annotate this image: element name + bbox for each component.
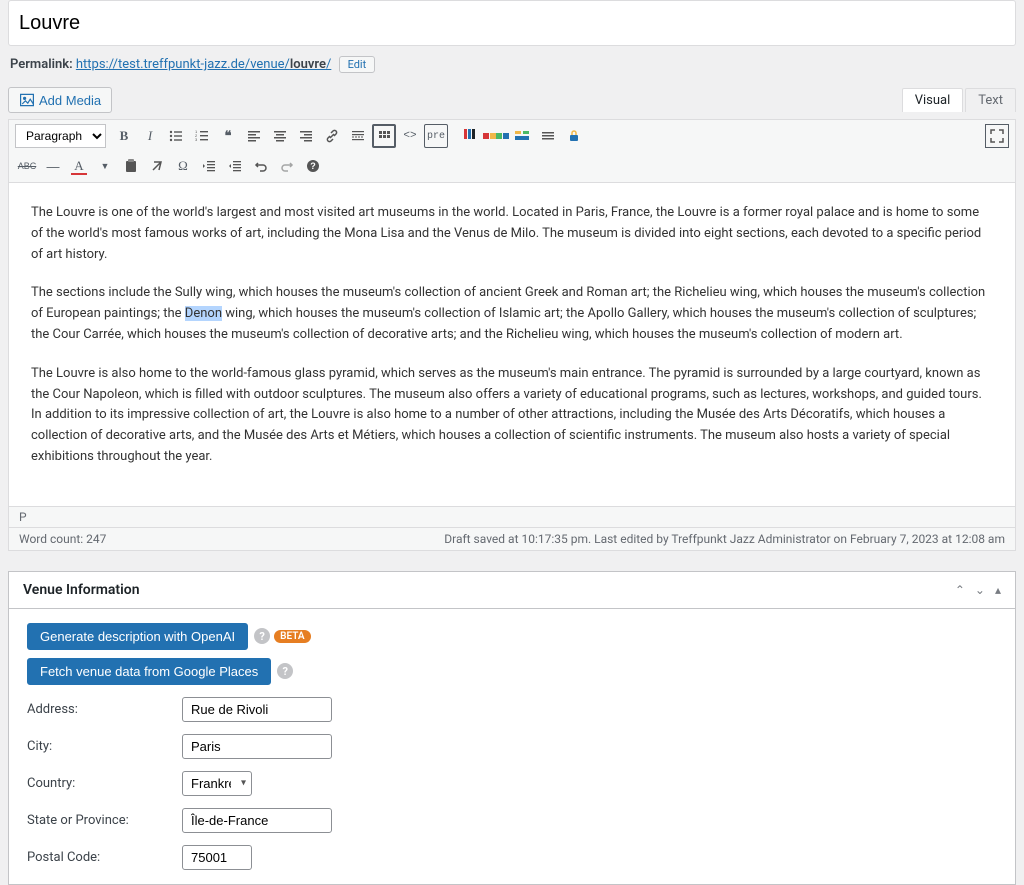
element-path[interactable]: P [9, 506, 1015, 527]
bold-button[interactable]: B [112, 124, 136, 148]
editor-content-area[interactable]: The Louvre is one of the world's largest… [9, 183, 1015, 506]
abc-strike-button[interactable]: ABC [15, 154, 39, 178]
align-center-button[interactable] [268, 124, 292, 148]
country-label: Country: [27, 776, 182, 791]
postal-input[interactable] [182, 845, 252, 870]
preformatted-button[interactable]: pre [424, 124, 448, 148]
title-container [8, 0, 1016, 46]
city-label: City: [27, 739, 182, 754]
editor-toolbar: Paragraph B I 123 ❝ <> pre [9, 120, 1015, 183]
hr-button[interactable]: — [41, 154, 65, 178]
content-paragraph: The sections include the Sully wing, whi… [31, 283, 993, 345]
metabox-body: Generate description with OpenAI ? BETA … [9, 609, 1015, 884]
word-count: Word count: 247 [19, 532, 106, 546]
editor-mode-tabs: Visual Text [902, 88, 1016, 112]
beta-badge: BETA [274, 630, 310, 643]
post-title-input[interactable] [19, 4, 1005, 42]
move-down-icon[interactable]: ⌄ [975, 583, 985, 597]
fullscreen-button[interactable] [985, 124, 1009, 148]
help-button[interactable]: ? [301, 154, 325, 178]
metabox-title: Venue Information [23, 582, 140, 598]
color-picker-button[interactable] [484, 124, 508, 148]
indent-button[interactable] [223, 154, 247, 178]
format-select[interactable]: Paragraph [15, 124, 106, 148]
postal-label: Postal Code: [27, 850, 182, 865]
country-select[interactable]: Frankreich [182, 771, 252, 796]
more-button[interactable] [346, 124, 370, 148]
code-button[interactable]: <> [398, 124, 422, 148]
help-icon[interactable]: ? [254, 628, 270, 644]
bullet-list-button[interactable] [164, 124, 188, 148]
italic-button[interactable]: I [138, 124, 162, 148]
text-color-button[interactable] [458, 124, 482, 148]
expand-icon [990, 129, 1004, 143]
toolbar-toggle-button[interactable] [372, 124, 396, 148]
text-tab[interactable]: Text [965, 88, 1016, 112]
move-up-icon[interactable]: ⌃ [955, 583, 965, 597]
clear-format-button[interactable] [145, 154, 169, 178]
state-input[interactable] [182, 808, 332, 833]
editor-container: Paragraph B I 123 ❝ <> pre [8, 119, 1016, 551]
redo-button[interactable] [275, 154, 299, 178]
link-button[interactable] [320, 124, 344, 148]
dropdown-arrow-button[interactable]: ▼ [93, 154, 117, 178]
outdent-button[interactable] [197, 154, 221, 178]
address-input[interactable] [182, 697, 332, 722]
state-label: State or Province: [27, 813, 182, 828]
content-paragraph: The Louvre is one of the world's largest… [31, 203, 993, 265]
svg-text:3: 3 [195, 137, 198, 142]
permalink-label: Permalink: [10, 57, 73, 72]
columns-button[interactable] [510, 124, 534, 148]
media-icon [19, 92, 35, 108]
fontcolor-button[interactable]: A [67, 154, 91, 178]
permalink-link[interactable]: https://test.treffpunkt-jazz.de/venue/lo… [76, 57, 331, 72]
venue-information-metabox: Venue Information ⌃ ⌄ ▴ Generate descrip… [8, 571, 1016, 885]
blockquote-button[interactable]: ❝ [216, 124, 240, 148]
undo-button[interactable] [249, 154, 273, 178]
toggle-panel-icon[interactable]: ▴ [995, 583, 1001, 597]
edit-permalink-button[interactable]: Edit [339, 56, 376, 73]
paste-button[interactable] [119, 154, 143, 178]
omega-button[interactable]: Ω [171, 154, 195, 178]
permalink-row: Permalink: https://test.treffpunkt-jazz.… [8, 52, 1016, 87]
lock-button[interactable] [562, 124, 586, 148]
align-left-button[interactable] [242, 124, 266, 148]
editor-footer: Word count: 247 Draft saved at 10:17:35 … [9, 527, 1015, 550]
selected-text: Denon [185, 306, 222, 321]
svg-text:?: ? [310, 161, 316, 171]
add-media-button[interactable]: Add Media [8, 87, 112, 113]
save-status: Draft saved at 10:17:35 pm. Last edited … [444, 532, 1005, 546]
fetch-google-places-button[interactable]: Fetch venue data from Google Places [27, 658, 271, 685]
align-right-button[interactable] [294, 124, 318, 148]
content-paragraph: The Louvre is also home to the world-fam… [31, 364, 993, 468]
layout-button[interactable] [536, 124, 560, 148]
help-icon[interactable]: ? [277, 663, 293, 679]
generate-description-button[interactable]: Generate description with OpenAI [27, 623, 248, 650]
visual-tab[interactable]: Visual [902, 88, 964, 112]
number-list-button[interactable]: 123 [190, 124, 214, 148]
city-input[interactable] [182, 734, 332, 759]
metabox-header: Venue Information ⌃ ⌄ ▴ [9, 572, 1015, 609]
address-label: Address: [27, 702, 182, 717]
